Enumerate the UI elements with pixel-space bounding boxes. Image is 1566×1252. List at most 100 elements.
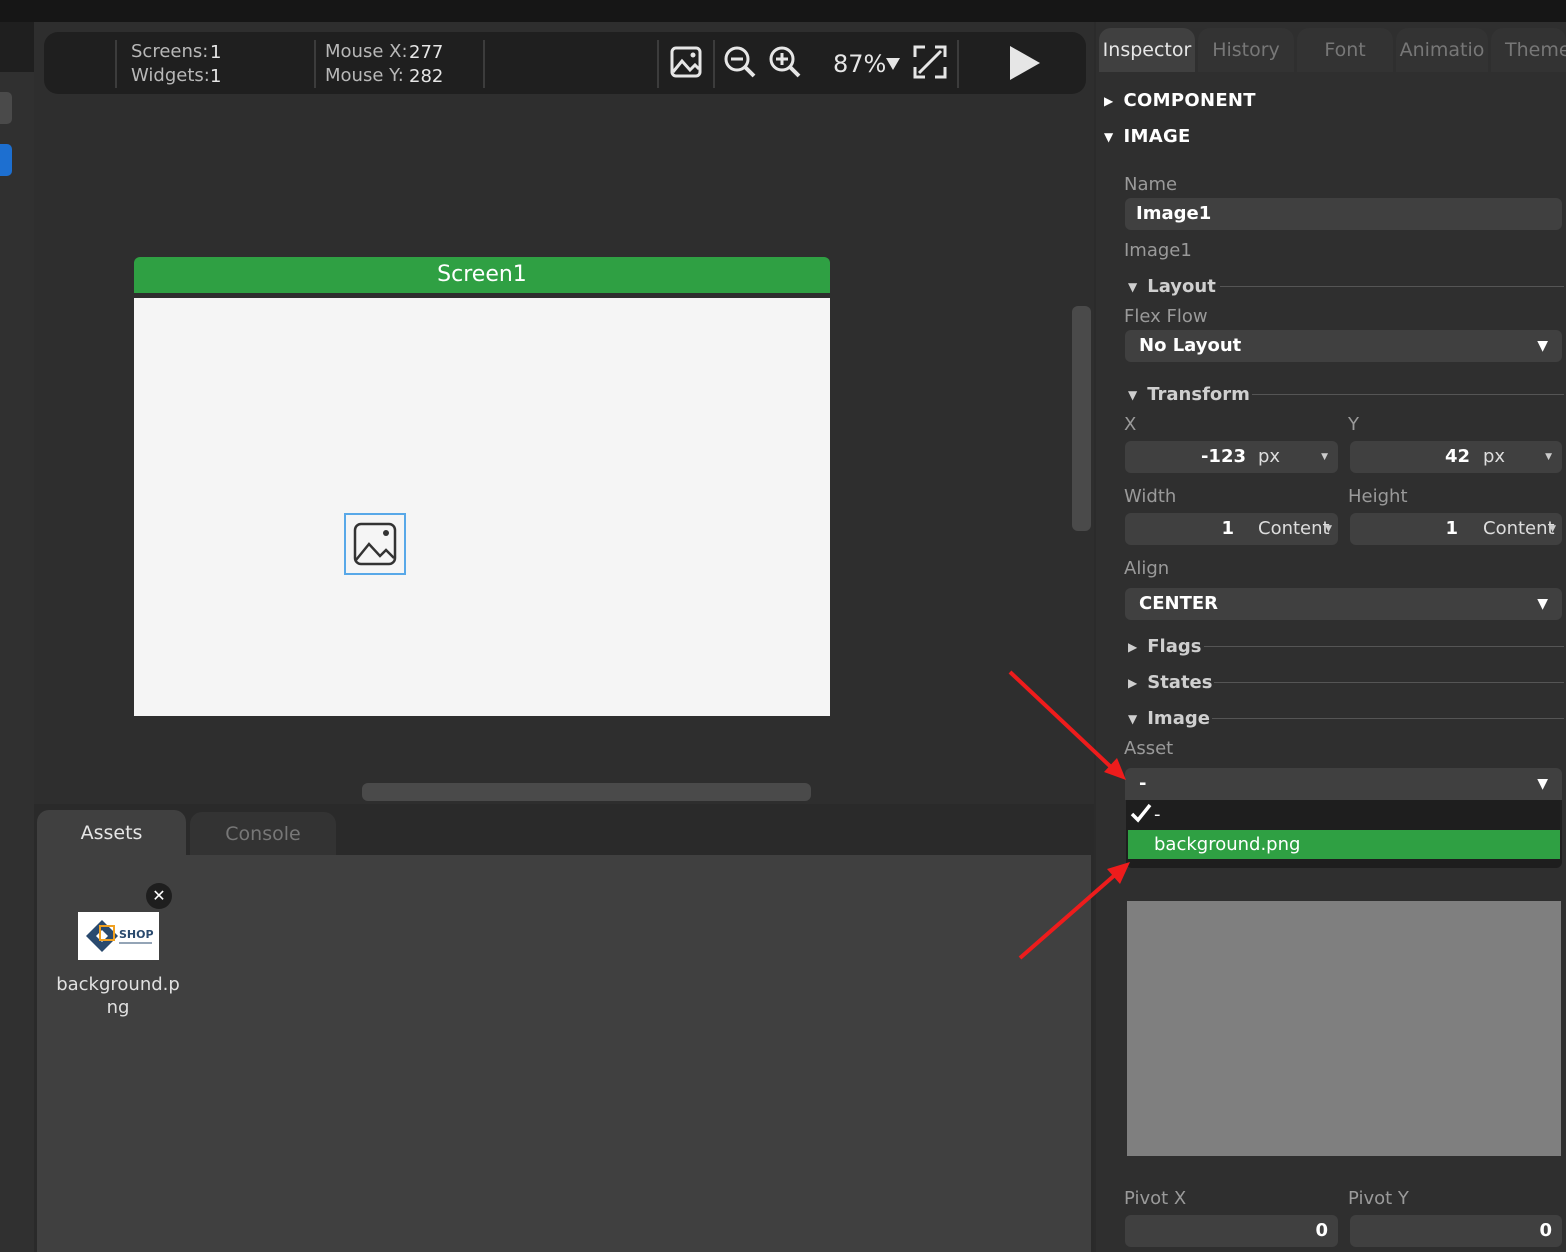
zoom-out-icon[interactable] [722,44,758,80]
image-widget[interactable] [344,513,406,575]
expanded-triangle-icon: ▼ [1128,280,1138,294]
dropdown-option-none[interactable]: - [1126,800,1562,829]
flags-title: Flags [1147,636,1202,657]
toolbar-divider [314,40,316,88]
height-unit[interactable]: Content [1483,518,1555,539]
x-input[interactable]: -123 px ▼ [1125,441,1338,473]
layout-group[interactable]: ▼ Layout [1128,276,1216,297]
name-subtext: Image1 [1124,240,1192,261]
tab-console[interactable]: Console [190,812,336,856]
y-label: Y [1348,414,1359,435]
tab-animation[interactable]: Animatio [1396,28,1488,72]
height-value: 1 [1445,518,1458,539]
align-value: CENTER [1139,593,1219,614]
image-section[interactable]: ▼ IMAGE [1104,126,1191,147]
tab-inspector[interactable]: Inspector [1099,28,1195,72]
align-select[interactable]: CENTER ▼ [1125,588,1562,620]
align-label: Align [1124,558,1170,579]
mouse-y-label: Mouse Y: [325,65,404,86]
close-icon[interactable]: ✕ [146,883,172,909]
pivot-x-input[interactable]: 0 [1125,1215,1338,1247]
y-unit[interactable]: px [1483,446,1505,467]
mouse-x-label: Mouse X: [325,41,408,62]
divider [1220,286,1564,287]
asset-select[interactable]: - ▼ [1125,768,1562,800]
screen-title[interactable]: Screen1 [134,257,830,293]
transform-group[interactable]: ▼ Transform [1128,384,1250,405]
dropdown-option-background[interactable]: background.png [1128,830,1560,859]
mouse-x-value: 277 [409,42,444,63]
fit-screen-icon[interactable] [912,44,948,80]
expanded-triangle-icon: ▼ [1104,130,1114,144]
assets-area [37,855,1091,1252]
divider [1204,646,1564,647]
asset-dropdown-list: - background.png [1126,800,1562,868]
chevron-down-icon[interactable]: ▼ [1549,513,1556,545]
toolbar-divider [657,40,659,88]
image-section-label: IMAGE [1123,126,1191,147]
screens-count: 1 [210,42,222,63]
dropdown-arrow-icon[interactable] [885,56,901,72]
chevron-down-icon: ▼ [1537,338,1548,354]
collapsed-triangle-icon: ▶ [1128,676,1138,690]
expanded-triangle-icon: ▼ [1128,388,1138,402]
flex-flow-select[interactable]: No Layout ▼ [1125,330,1562,362]
chevron-down-icon: ▼ [1537,596,1548,612]
chevron-down-icon[interactable]: ▼ [1321,441,1328,473]
collapsed-triangle-icon: ▶ [1128,640,1138,654]
asset-thumb-text: SHOP [119,928,154,941]
width-unit[interactable]: Content [1258,518,1330,539]
toolbar-divider [483,40,485,88]
height-label: Height [1348,486,1408,507]
divider [1214,682,1564,683]
toolbar: Screens: 1 Widgets: 1 Mouse X: 277 Mouse… [44,32,1086,94]
y-input[interactable]: 42 px ▼ [1350,441,1562,473]
transform-title: Transform [1147,384,1250,405]
chevron-down-icon[interactable]: ▼ [1325,513,1332,545]
top-bar [0,0,1566,22]
chevron-down-icon[interactable]: ▼ [1545,441,1552,473]
states-group[interactable]: ▶ States [1128,672,1212,693]
zoom-in-icon[interactable] [767,44,803,80]
widgets-count: 1 [210,66,222,87]
states-title: States [1147,672,1213,693]
play-icon[interactable] [1006,44,1042,80]
height-input[interactable]: 1 Content ▼ [1350,513,1562,545]
mouse-y-value: 282 [409,66,444,87]
asset-value: - [1139,773,1147,794]
tab-assets[interactable]: Assets [37,810,186,856]
toolbar-divider [957,40,959,88]
image-icon[interactable] [668,44,704,80]
tab-font[interactable]: Font [1297,28,1393,72]
sidebar-handle[interactable] [0,92,12,124]
tab-history[interactable]: History [1198,28,1294,72]
toolbar-divider [713,40,715,88]
component-section-label: COMPONENT [1123,90,1256,111]
name-input[interactable]: Image1 [1125,198,1562,230]
image-placeholder-icon [353,522,397,566]
component-section[interactable]: ▶ COMPONENT [1104,90,1256,111]
option-label: - [1154,804,1161,825]
divider [1212,718,1564,719]
vertical-scrollbar[interactable] [1072,306,1091,531]
sidebar-handle-active[interactable] [0,144,12,176]
image-group[interactable]: ▼ Image [1128,708,1210,729]
layout-title: Layout [1147,276,1216,297]
flex-flow-label: Flex Flow [1124,306,1208,327]
screen-canvas[interactable] [134,298,830,716]
zoom-level[interactable]: 87% [833,50,886,78]
asset-name: background.png [56,974,180,1018]
y-value: 42 [1444,446,1470,467]
asset-thumbnail[interactable]: SHOP [78,912,159,960]
flex-flow-value: No Layout [1139,335,1242,356]
toolbar-divider [115,40,117,88]
flags-group[interactable]: ▶ Flags [1128,636,1201,657]
pivot-y-input[interactable]: 0 [1350,1215,1562,1247]
horizontal-scrollbar[interactable] [362,783,811,801]
tab-theme[interactable]: Theme [1491,28,1566,72]
width-input[interactable]: 1 Content ▼ [1125,513,1338,545]
pivot-y-label: Pivot Y [1348,1188,1409,1209]
x-unit[interactable]: px [1258,446,1280,467]
x-value: -123 [1200,446,1246,467]
screens-label: Screens: [131,41,209,62]
